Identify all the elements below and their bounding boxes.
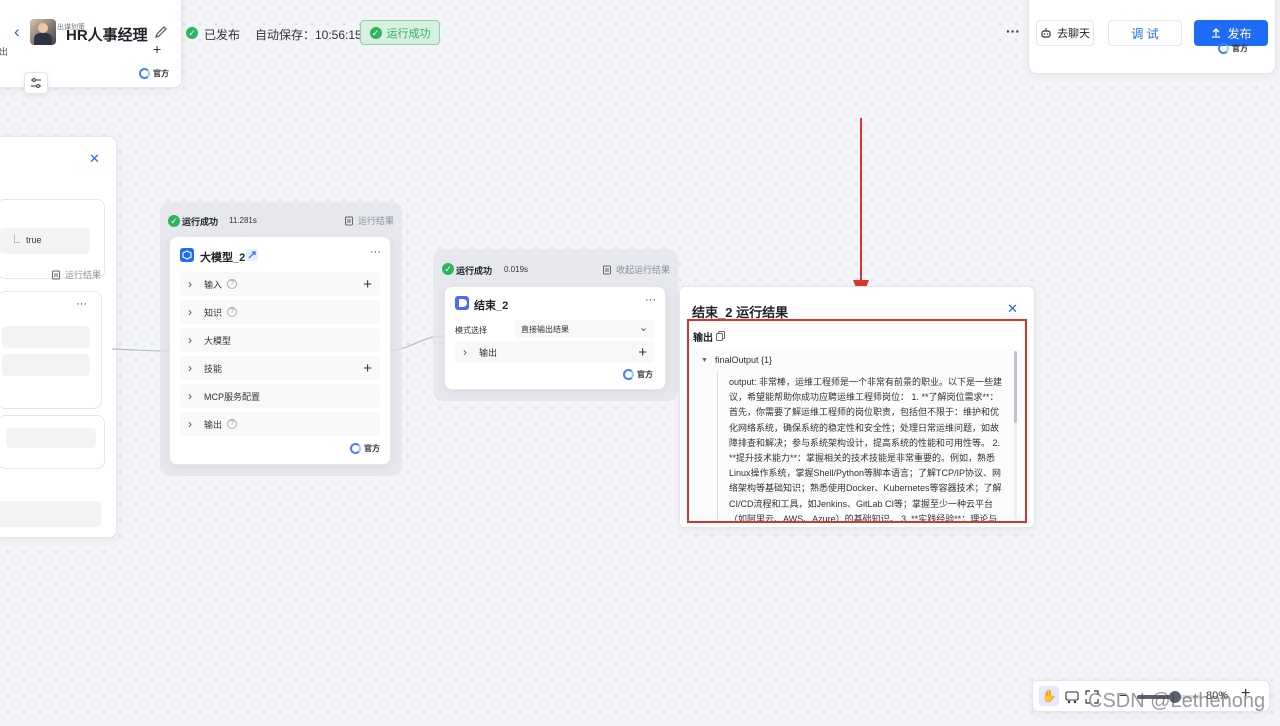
llm-node-title: 大模型_2 xyxy=(200,252,246,264)
collapse-result-link[interactable]: 收起运行结果 xyxy=(602,263,670,276)
llm-row-mcp[interactable]: › MCP服务配置 xyxy=(180,384,380,408)
close-icon[interactable]: ✕ xyxy=(1007,301,1018,317)
llm-row-knowledge[interactable]: › 知识? xyxy=(180,300,380,324)
add-input-icon[interactable]: + xyxy=(363,276,372,293)
llm-status: 运行成功 xyxy=(182,217,219,227)
scrollbar-track[interactable] xyxy=(1014,351,1017,519)
end-status: 运行成功 xyxy=(456,266,493,276)
tree-toggle-icon[interactable]: ▼ xyxy=(701,357,708,364)
scrollbar-thumb[interactable] xyxy=(1014,351,1017,423)
official-badge: 官方 xyxy=(350,443,380,454)
chevron-down-icon: ⌄ xyxy=(639,322,649,334)
mode-select[interactable]: 直接输出结果 ⌄ xyxy=(515,320,655,338)
tree-key: finalOutput {1} xyxy=(715,355,773,365)
llm-row-output[interactable]: › 输出? xyxy=(180,412,380,436)
highlight-box: 输出 ▼ finalOutput {1} output: 非常棒，运维工程师是一… xyxy=(687,319,1027,523)
end-status-icon: ✓ xyxy=(442,263,454,275)
end-duration: 0.019s xyxy=(504,265,529,274)
official-badge: 官方 xyxy=(623,369,653,380)
help-icon: ? xyxy=(227,419,238,429)
llm-duration: 11.281s xyxy=(229,216,257,225)
add-output-icon[interactable]: + xyxy=(638,344,647,361)
copy-icon[interactable] xyxy=(716,331,725,341)
official-icon xyxy=(350,443,361,454)
end-node-title: 结束_2 xyxy=(474,300,509,312)
llm-node-more[interactable]: ··· xyxy=(370,246,381,258)
official-icon xyxy=(623,369,634,380)
output-label: 输出 xyxy=(693,333,713,344)
llm-run-result-link[interactable]: 运行结果 xyxy=(344,214,394,227)
result-panel: 结束_2 运行结果 ✕ 输出 ▼ finalOutput {1} output:… xyxy=(679,286,1035,528)
output-text: output: 非常棒，运维工程师是一个非常有前景的职业。以下是一些建议，希望能… xyxy=(729,377,1003,521)
watermark: CSDN @Lethehong xyxy=(1088,690,1266,712)
add-skill-icon[interactable]: + xyxy=(363,360,372,377)
mode-label: 模式选择 xyxy=(455,326,487,335)
llm-node-card[interactable]: 大模型_2 ··· › 输入? + › 知识? › 大模型 › 技能 + › MCP服务配置 … xyxy=(169,236,391,465)
end-node-more[interactable]: ··· xyxy=(645,294,656,306)
help-icon: ? xyxy=(227,279,238,289)
llm-node-icon xyxy=(180,248,194,262)
layout-icon[interactable] xyxy=(1065,690,1079,704)
hand-tool-button[interactable]: ✋ xyxy=(1039,686,1059,706)
document-icon xyxy=(603,265,611,274)
llm-status-icon: ✓ xyxy=(168,215,180,227)
tree-line xyxy=(717,371,718,521)
llm-row-model[interactable]: › 大模型 xyxy=(180,328,380,352)
end-row-output[interactable]: › 输出 + xyxy=(455,341,655,363)
end-node-icon xyxy=(455,296,469,310)
document-icon xyxy=(345,216,353,225)
llm-row-skills[interactable]: › 技能 + xyxy=(180,356,380,380)
output-viewer: ▼ finalOutput {1} output: 非常棒，运维工程师是一个非常… xyxy=(693,349,1021,521)
llm-row-input[interactable]: › 输入? + xyxy=(180,272,380,296)
end-node-card[interactable]: 结束_2 ··· 模式选择 直接输出结果 ⌄ › 输出 + 官方 xyxy=(444,286,666,390)
help-icon: ? xyxy=(227,307,238,317)
red-arrow-annotation xyxy=(853,118,869,300)
link-icon xyxy=(246,249,258,261)
